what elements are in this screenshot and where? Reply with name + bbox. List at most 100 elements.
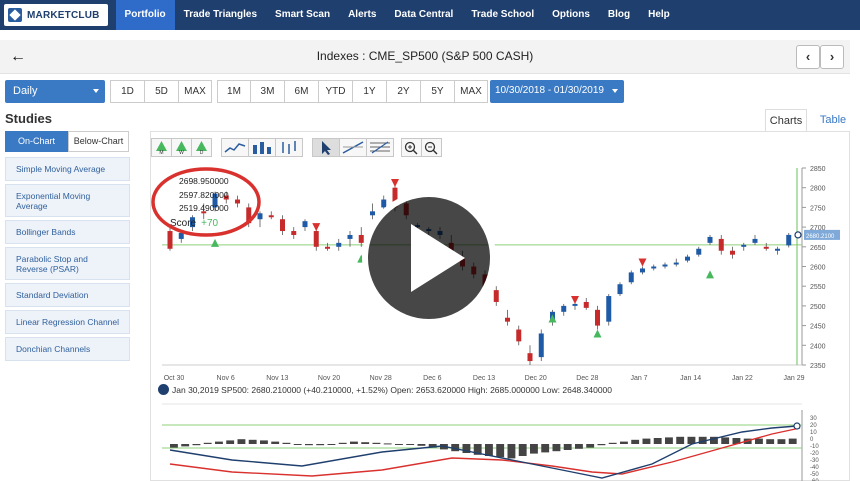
histogram-bar (417, 444, 426, 446)
date-range-picker[interactable]: 10/30/2018 - 01/30/2019 (490, 80, 624, 103)
candle-body (741, 244, 747, 247)
daily-triangle-icon[interactable]: D (191, 138, 212, 157)
histogram-bar (293, 444, 302, 445)
candle-body (291, 231, 297, 235)
video-play-icon[interactable] (361, 190, 497, 326)
ohlc-info-line: Jan 30,2019 SP500: 2680.210000 (+40.2100… (158, 384, 612, 395)
nav-alerts[interactable]: Alerts (339, 0, 385, 30)
candle-body (302, 221, 308, 228)
fibonacci-icon[interactable] (366, 138, 394, 157)
histogram-bar (631, 439, 640, 444)
x-tick-label: Oct 30 (164, 375, 185, 382)
histogram-bar (203, 442, 212, 444)
red-down-triangle-icon (638, 258, 647, 267)
range-1m-button[interactable]: 1M (217, 80, 251, 103)
range-1d-button[interactable]: 1D (110, 80, 145, 103)
range-5y-button[interactable]: 5Y (420, 80, 455, 103)
nav-portfolio[interactable]: Portfolio (115, 0, 175, 30)
line-chart-icon[interactable] (221, 138, 249, 157)
candle-body (775, 248, 780, 251)
histogram-bar (226, 440, 235, 444)
candle-body (763, 246, 769, 249)
candle-body (651, 266, 657, 269)
nav-trade-triangles[interactable]: Trade Triangles (175, 0, 266, 30)
macd-marker (793, 422, 801, 430)
nav-data-central[interactable]: Data Central (385, 0, 462, 30)
range-ytd-button[interactable]: YTD (318, 80, 353, 103)
range-2y-button[interactable]: 2Y (386, 80, 421, 103)
histogram-bar (518, 444, 527, 456)
study-linear-regression-channel[interactable]: Linear Regression Channel (5, 310, 130, 334)
chart-tools: M W D (151, 138, 442, 157)
logo-text: MARKETCLUB (27, 9, 100, 21)
ohlc-chart-icon[interactable] (275, 138, 303, 157)
chevron-left-icon[interactable]: ‹ (796, 45, 820, 69)
histogram-bar (350, 441, 358, 444)
nav-smart-scan[interactable]: Smart Scan (266, 0, 339, 30)
candle-body (606, 296, 612, 322)
range-max-button[interactable]: MAX (454, 80, 488, 103)
pane-tick-label: -50 (810, 472, 819, 478)
x-tick-label: Nov 28 (370, 375, 392, 382)
trendline-draw-icon[interactable] (339, 138, 367, 157)
range-max-intraday-button[interactable]: MAX (178, 80, 212, 103)
histogram-bar (608, 442, 617, 444)
histogram-bar (755, 438, 763, 444)
candle-body (752, 238, 758, 243)
pane-tick-label: -30 (810, 458, 819, 464)
range-5d-button[interactable]: 5D (144, 80, 179, 103)
pane-tick-label: 30 (810, 416, 817, 422)
interval-select[interactable]: Daily (5, 80, 105, 103)
pane-tick-label: 0 (810, 437, 814, 443)
nav-options[interactable]: Options (543, 0, 599, 30)
study-psar[interactable]: Parabolic Stop and Reverse (PSAR) (5, 247, 130, 280)
page-title: Indexes : CME_SP500 (S&P 500 CASH) (316, 49, 534, 63)
last-price-label: 2680.2100 (806, 234, 835, 240)
zoom-out-icon[interactable] (421, 138, 442, 157)
histogram-bar (665, 437, 673, 444)
histogram-bar (395, 444, 403, 445)
marketclub-logo[interactable]: MARKETCLUB (4, 4, 108, 26)
pane-tick-label: -40 (810, 465, 819, 471)
candle-body (347, 234, 353, 239)
nav-help[interactable]: Help (639, 0, 679, 30)
nav-trade-school[interactable]: Trade School (462, 0, 543, 30)
histogram-bar (552, 444, 561, 452)
caret-down-icon (612, 89, 618, 93)
indicator-pane: 3020100-10-20-30-40-50-60 (162, 403, 819, 481)
tab-charts[interactable]: Charts (765, 109, 807, 131)
candle-body (538, 333, 544, 358)
tab-below-chart[interactable]: Below-Chart (68, 131, 129, 152)
range-6m-button[interactable]: 6M (284, 80, 319, 103)
x-tick-label: Nov 20 (318, 375, 340, 382)
tool-w-label: W (179, 150, 184, 156)
tool-m-label: M (159, 150, 163, 156)
cursor-pointer-icon[interactable] (312, 138, 340, 157)
histogram-bar (260, 440, 268, 444)
macd-line (169, 425, 798, 479)
weekly-triangle-icon[interactable]: W (171, 138, 192, 157)
monthly-triangle-icon[interactable]: M (151, 138, 172, 157)
candle-body (640, 268, 645, 273)
histogram-bar (338, 442, 347, 444)
nav-blog[interactable]: Blog (599, 0, 639, 30)
tab-on-chart[interactable]: On-Chart (5, 131, 68, 152)
chevron-right-icon[interactable]: › (820, 45, 844, 69)
pane-tick-label: -10 (810, 444, 819, 450)
interval-value: Daily (13, 85, 38, 97)
zoom-in-icon[interactable] (401, 138, 422, 157)
y-tick-label: 2600 (810, 265, 826, 272)
bar-chart-icon[interactable] (248, 138, 276, 157)
candle-body (628, 272, 634, 283)
study-standard-deviation[interactable]: Standard Deviation (5, 283, 130, 307)
study-donchian-channels[interactable]: Donchian Channels (5, 337, 130, 361)
range-1y-button[interactable]: 1Y (352, 80, 387, 103)
study-simple-moving-average[interactable]: Simple Moving Average (5, 157, 130, 181)
candle-body (707, 236, 713, 243)
study-exponential-moving-average[interactable]: Exponential Moving Average (5, 184, 130, 217)
study-bollinger-bands[interactable]: Bollinger Bands (5, 220, 130, 244)
histogram-bar (372, 442, 381, 444)
range-3m-button[interactable]: 3M (250, 80, 285, 103)
candle-body (673, 262, 679, 265)
tab-table[interactable]: Table (813, 109, 853, 131)
